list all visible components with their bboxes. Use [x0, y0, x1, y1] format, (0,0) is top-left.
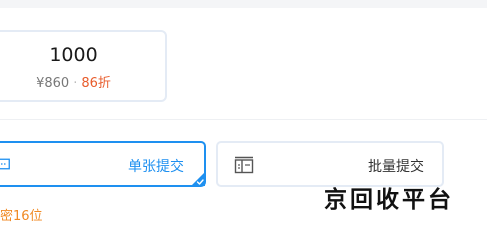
batch-submit-label: 批量提交 — [368, 159, 424, 175]
single-submit-label: 单张提交 — [128, 159, 184, 175]
single-card-icon — [0, 158, 10, 170]
section-divider — [0, 119, 487, 120]
single-submit-option[interactable]: 单张提交 — [0, 141, 206, 187]
batch-list-icon — [234, 156, 254, 174]
card-password-hint: 密16位 — [0, 209, 43, 224]
price-option-card[interactable]: 1000 ¥860 · 86折 — [0, 30, 167, 102]
price-value: ¥860 — [36, 76, 70, 91]
top-strip — [0, 0, 487, 8]
discount-rate: 86折 — [81, 76, 111, 91]
price-line: ¥860 · 86折 — [0, 72, 165, 91]
price-separator: · — [73, 76, 78, 91]
watermark-text: 京回收平台 — [324, 186, 454, 213]
face-value: 1000 — [49, 44, 98, 66]
selected-check-icon — [191, 172, 205, 186]
